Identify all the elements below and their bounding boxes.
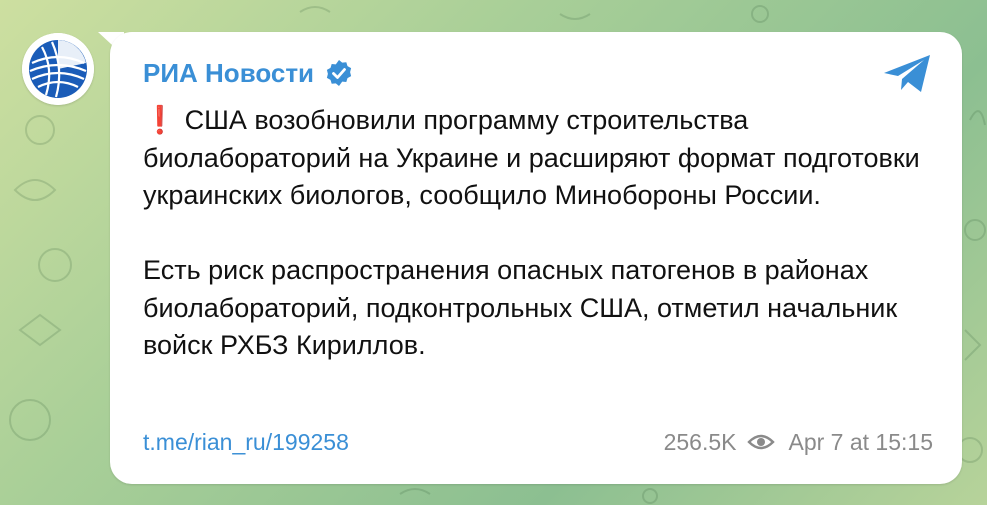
message-meta: 256.5K Apr 7 at 15:15: [664, 429, 933, 456]
eye-icon: [746, 434, 775, 450]
message-paragraph: Есть риск распространения опасных патоге…: [143, 252, 933, 365]
exclamation-emoji: ❗: [143, 105, 177, 135]
message-paragraph: ❗ США возобновили программу строительства…: [143, 102, 933, 215]
ria-globe-logo: [22, 33, 94, 105]
channel-avatar[interactable]: [22, 33, 94, 105]
post-link[interactable]: t.me/rian_ru/199258: [143, 429, 349, 456]
channel-name[interactable]: РИА Новости: [143, 58, 314, 89]
channel-header: РИА Новости: [143, 56, 354, 90]
message-paragraph-text: Есть риск распространения опасных патоге…: [143, 255, 898, 360]
message-footer: t.me/rian_ru/199258 256.5K Apr 7 at 15:1…: [143, 426, 933, 458]
message-timestamp: Apr 7 at 15:15: [788, 428, 934, 455]
telegram-plane-icon[interactable]: [880, 52, 934, 96]
message-paragraph-text: США возобновили программу строительства …: [143, 105, 920, 210]
message-text: ❗ США возобновили программу строительства…: [143, 102, 933, 365]
verified-badge-icon: [326, 60, 352, 86]
view-count: 256.5K: [663, 428, 737, 455]
